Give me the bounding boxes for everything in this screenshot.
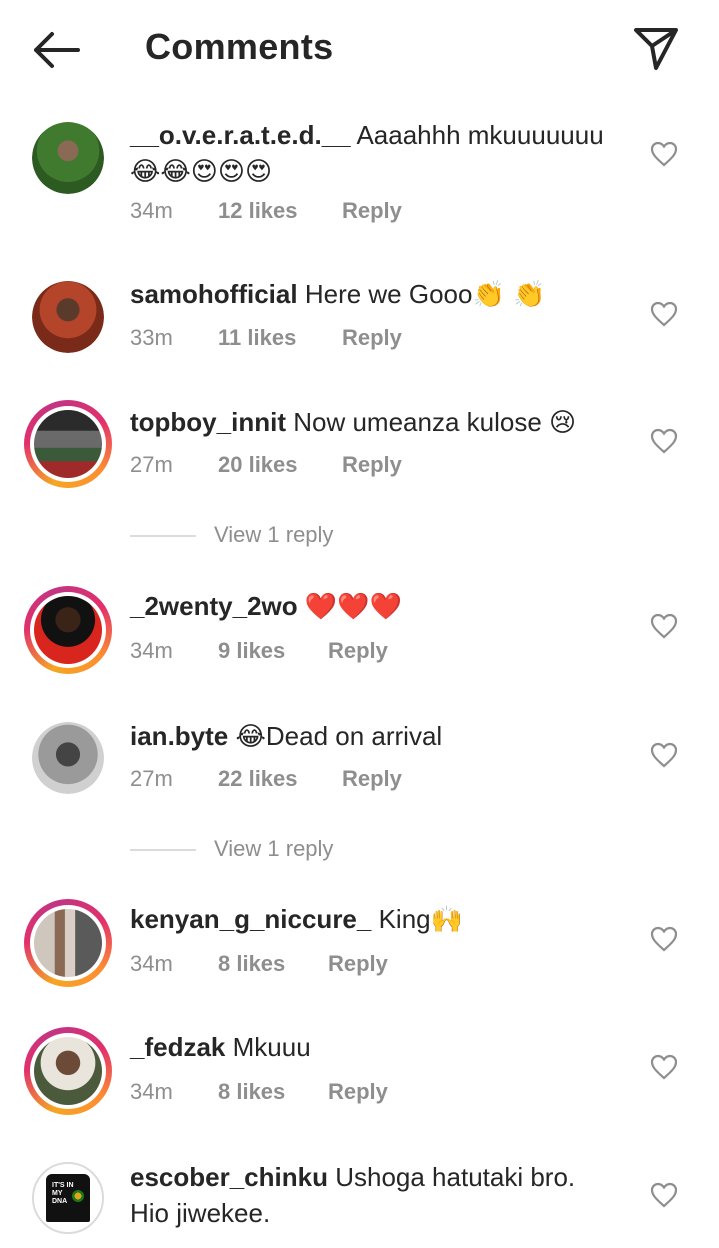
comment-emoji: 👏 👏 [472, 280, 546, 310]
reply-button[interactable]: Reply [342, 325, 402, 351]
comment-emoji: 🙌 [430, 905, 464, 935]
comment-time: 33m [130, 325, 173, 350]
heart-icon[interactable] [650, 428, 678, 454]
heart-icon[interactable] [650, 141, 678, 167]
comment-emoji: ❤️❤️❤️ [304, 592, 402, 622]
comment-time: 27m [130, 452, 173, 477]
likes-count[interactable]: 20 likes [218, 452, 298, 478]
divider [130, 849, 196, 851]
heart-icon[interactable] [650, 926, 678, 952]
header: Comments [0, 0, 719, 100]
avatar[interactable] [32, 722, 104, 794]
comment-body: Aaaahhh mkuuuuuuu [356, 120, 604, 150]
reply-button[interactable]: Reply [328, 1079, 388, 1105]
avatar-image [34, 596, 102, 664]
comment-username[interactable]: samohofficial [130, 279, 298, 309]
page-title: Comments [145, 26, 334, 67]
comment-username[interactable]: kenyan_g_niccure_ [130, 904, 371, 934]
comment-time: 34m [130, 198, 173, 223]
comment-time: 27m [130, 766, 173, 791]
avatar-story-ring[interactable] [24, 400, 112, 488]
back-arrow-icon[interactable] [30, 28, 82, 72]
comment-time: 34m [130, 638, 173, 663]
avatar[interactable] [32, 281, 104, 353]
reply-button[interactable]: Reply [328, 951, 388, 977]
reply-button[interactable]: Reply [328, 638, 388, 664]
comment-body-line2: Hio jiwekee. [130, 1198, 271, 1228]
send-icon[interactable] [630, 24, 682, 72]
heart-icon[interactable] [650, 613, 678, 639]
view-replies-label: View 1 reply [214, 836, 334, 861]
comment-username[interactable]: _2wenty_2wo [130, 591, 298, 621]
reply-button[interactable]: Reply [342, 198, 402, 224]
comment-time: 34m [130, 951, 173, 976]
avatar-image [32, 122, 104, 194]
comment-body: Dead on arrival [265, 721, 443, 751]
heart-icon[interactable] [650, 301, 678, 327]
comment-text: escober_chinku Ushoga hatutaki bro. Hio … [130, 1159, 610, 1231]
comment-body: King [378, 904, 431, 934]
avatar-image [34, 909, 102, 977]
likes-count[interactable]: 12 likes [218, 198, 298, 224]
comment-username[interactable]: _fedzak [130, 1032, 225, 1062]
avatar-story-ring[interactable] [24, 899, 112, 987]
comment-text: samohofficial Here we Gooo👏 👏 [130, 276, 610, 313]
likes-count[interactable]: 9 likes [218, 638, 285, 664]
avatar[interactable]: IT'S IN MY DNA [32, 1162, 104, 1234]
comment-emoji: 😢 [549, 408, 577, 438]
comment-emoji: 😂 [235, 722, 266, 752]
avatar-image [32, 281, 104, 353]
heart-icon[interactable] [650, 742, 678, 768]
likes-count[interactable]: 8 likes [218, 1079, 285, 1105]
comment-text: topboy_innit Now umeanza kulose 😢 [130, 404, 610, 441]
avatar-image [34, 410, 102, 478]
reply-button[interactable]: Reply [342, 766, 402, 792]
comment-username: ian.byte [130, 721, 229, 751]
reply-button[interactable]: Reply [342, 452, 402, 478]
tshirt-emblem [72, 1190, 84, 1202]
comment-text: _fedzak Mkuuu [130, 1029, 610, 1065]
avatar[interactable] [32, 122, 104, 194]
heart-icon[interactable] [650, 1054, 678, 1080]
avatar-story-ring[interactable] [24, 1027, 112, 1115]
comment-emoji: 😂😂😍😍😍 [130, 157, 273, 187]
comment-body: Now umeanza kulose [293, 407, 542, 437]
likes-count[interactable]: 8 likes [218, 951, 285, 977]
comment-body: Here we Gooo [304, 279, 473, 309]
comment-text: ian.byte 😂Dead on arrival [130, 718, 610, 755]
view-replies-label: View 1 reply [214, 522, 334, 547]
likes-count[interactable]: 11 likes [218, 325, 296, 351]
comment-body: Ushoga hatutaki bro. [335, 1162, 576, 1192]
likes-count[interactable]: 22 likes [218, 766, 298, 792]
comment-username[interactable]: escober_chinku [130, 1162, 328, 1192]
comment-username[interactable]: __o.v.e.r.a.t.e.d.__ [130, 120, 351, 150]
heart-icon[interactable] [650, 1182, 678, 1208]
comment-time: 34m [130, 1079, 173, 1104]
comment-text: kenyan_g_niccure_ King🙌 [130, 901, 610, 938]
avatar-shirt-text: IT'S IN MY DNA [52, 1182, 74, 1205]
divider [130, 535, 196, 537]
avatar-story-ring[interactable] [24, 586, 112, 674]
comment-text: __o.v.e.r.a.t.e.d.__ Aaaahhh mkuuuuuuu 😂… [130, 117, 610, 190]
comment-text: _2wenty_2wo ❤️❤️❤️ [130, 588, 610, 625]
comment-body: Mkuuu [232, 1032, 311, 1062]
comment-username[interactable]: topboy_innit [130, 407, 286, 437]
avatar-image: IT'S IN MY DNA [34, 1164, 102, 1232]
avatar-image [32, 722, 104, 794]
avatar-image [34, 1037, 102, 1105]
